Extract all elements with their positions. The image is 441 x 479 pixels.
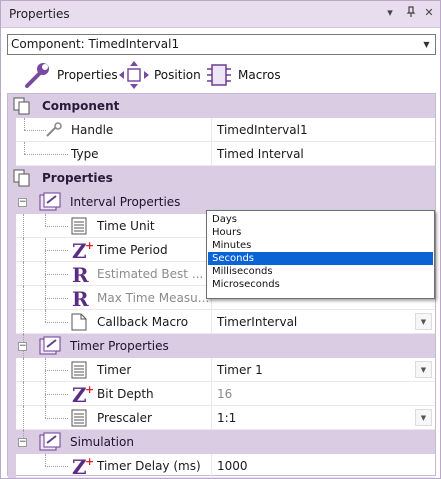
list-icon — [71, 361, 87, 379]
z-variable-icon: Z + — [72, 240, 93, 260]
pin-icon[interactable] — [404, 6, 418, 20]
property-row-timer-delay[interactable]: Z + Timer Delay (ms) 1000 — [8, 454, 435, 478]
category-component-label: Component — [42, 99, 120, 113]
svg-text:R: R — [72, 288, 89, 308]
property-name: Timer Delay (ms) — [97, 459, 201, 473]
property-value-cell[interactable]: 16 — [211, 382, 435, 406]
property-name: Bit Depth — [97, 387, 154, 401]
chevron-down-icon[interactable]: ▼ — [418, 35, 435, 54]
category-component[interactable]: Component — [8, 94, 435, 118]
property-row-prescaler[interactable]: Prescaler 1:1 ▼ — [8, 406, 435, 430]
group-simulation[interactable]: − Simulation — [8, 430, 435, 454]
panel-menu-icon[interactable]: ▾ — [383, 6, 397, 20]
svg-text:+: + — [85, 384, 93, 396]
property-value-cell[interactable]: TimerInterval ▼ — [211, 310, 435, 334]
panel-title: Properties — [9, 7, 70, 21]
property-value: 16 — [217, 387, 233, 401]
move-arrows-icon — [119, 61, 149, 89]
panel-titlebar: Properties ▾ ✕ — [1, 1, 440, 28]
list-icon — [71, 409, 87, 427]
wrench-icon — [25, 63, 49, 88]
category-properties[interactable]: Properties — [8, 166, 435, 190]
property-value-cell[interactable]: Timed Interval — [211, 142, 435, 166]
property-row-handle[interactable]: Handle TimedInterval1 — [8, 118, 435, 142]
dropdown-option-minutes[interactable]: Minutes — [208, 239, 433, 252]
wrench-icon — [46, 122, 62, 137]
chevron-down-icon[interactable]: ▼ — [415, 361, 432, 378]
property-value: 1:1 — [217, 411, 237, 425]
property-name: Handle — [71, 123, 114, 137]
property-value-cell[interactable]: TimedInterval1 — [211, 118, 435, 142]
group-interval-label: Interval Properties — [70, 195, 181, 209]
folder-gear-icon — [39, 192, 61, 211]
component-selector[interactable]: Component: TimedInterval1 ▼ — [7, 34, 436, 55]
list-icon — [71, 217, 87, 235]
property-value: TimerInterval — [217, 315, 298, 329]
tab-macros[interactable]: Macros — [204, 59, 281, 91]
documents-icon — [13, 97, 30, 115]
group-timer-label: Timer Properties — [70, 339, 169, 353]
property-name: Prescaler — [97, 411, 152, 425]
z-variable-icon: Z + — [72, 456, 93, 476]
tab-properties[interactable]: Properties — [23, 59, 118, 91]
property-name: Time Period — [97, 243, 168, 257]
category-properties-label: Properties — [42, 171, 113, 185]
time-unit-dropdown-list[interactable]: Days Hours Minutes Seconds Milliseconds … — [206, 210, 435, 299]
tab-position[interactable]: Position — [118, 59, 201, 91]
property-value-cell[interactable]: Timer 1 ▼ — [211, 358, 435, 382]
r-readonly-icon: R — [72, 264, 89, 284]
dropdown-option-hours[interactable]: Hours — [208, 226, 433, 239]
svg-text:+: + — [85, 240, 93, 252]
z-variable-icon: Z + — [72, 384, 93, 404]
group-simulation-label: Simulation — [70, 435, 134, 449]
property-row-timer[interactable]: Timer Timer 1 ▼ — [8, 358, 435, 382]
property-row-bit-depth[interactable]: Z + Bit Depth 16 — [8, 382, 435, 406]
collapse-icon[interactable]: − — [18, 438, 27, 447]
component-selector-value: Component: TimedInterval1 — [11, 37, 180, 51]
property-row-type[interactable]: Type Timed Interval — [8, 142, 435, 166]
collapse-icon[interactable]: − — [18, 342, 27, 351]
dropdown-option-seconds[interactable]: Seconds — [208, 252, 433, 265]
property-value: 1000 — [217, 459, 248, 473]
svg-text:+: + — [85, 456, 93, 468]
close-icon[interactable]: ✕ — [422, 6, 436, 20]
chevron-down-icon[interactable]: ▼ — [415, 409, 432, 426]
property-name: Type — [71, 147, 99, 161]
tab-macros-label: Macros — [238, 68, 281, 82]
r-readonly-icon: R — [72, 288, 89, 308]
property-name: Timer — [97, 363, 132, 377]
folder-gear-icon — [39, 432, 61, 451]
collapse-icon[interactable]: − — [18, 198, 27, 207]
document-icon — [71, 313, 87, 331]
tab-properties-label: Properties — [57, 68, 118, 82]
property-value: TimedInterval1 — [217, 123, 308, 137]
property-value: Timed Interval — [217, 147, 304, 161]
tab-position-label: Position — [154, 68, 201, 82]
chevron-down-icon[interactable]: ▼ — [415, 313, 432, 330]
property-name: Time Unit — [97, 219, 155, 233]
chip-icon — [207, 64, 231, 86]
view-tabs: Properties Position Macros — [1, 59, 440, 91]
property-value: Timer 1 — [217, 363, 263, 377]
property-name: Max Time Measu... — [97, 291, 209, 305]
folder-gear-icon — [39, 336, 61, 355]
documents-icon — [13, 169, 30, 187]
dropdown-option-milliseconds[interactable]: Milliseconds — [208, 265, 433, 278]
properties-panel: Properties ▾ ✕ Component: TimedInterval1… — [0, 0, 441, 479]
property-name: Callback Macro — [97, 315, 189, 329]
property-row-callback-macro[interactable]: Callback Macro TimerInterval ▼ — [8, 310, 435, 334]
property-name: Estimated Best ... — [97, 267, 204, 281]
svg-text:R: R — [72, 264, 89, 284]
property-value-cell[interactable]: 1000 — [211, 454, 435, 478]
dropdown-option-days[interactable]: Days — [208, 213, 433, 226]
group-timer-properties[interactable]: − Timer Properties — [8, 334, 435, 358]
dropdown-option-microseconds[interactable]: Microseconds — [208, 278, 433, 291]
property-value-cell[interactable]: 1:1 ▼ — [211, 406, 435, 430]
